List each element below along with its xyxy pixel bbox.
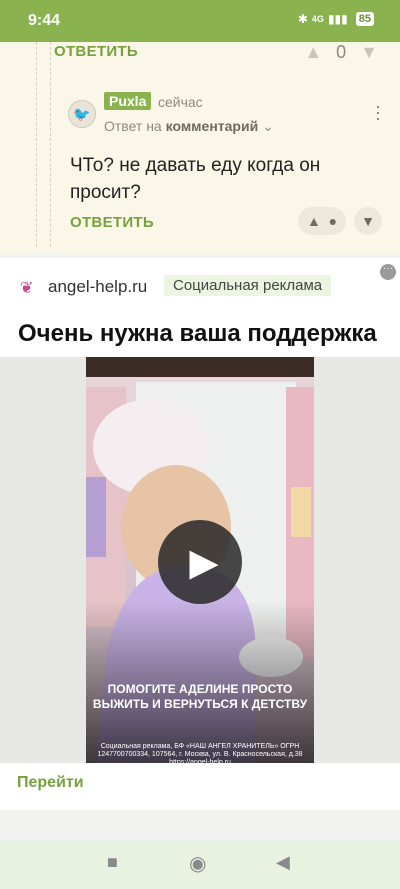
ad-badge: Социальная реклама bbox=[164, 275, 332, 296]
reply-to-target[interactable]: комментарий bbox=[166, 118, 259, 134]
battery-icon: 85 bbox=[355, 12, 374, 26]
username-badge[interactable]: Puxla bbox=[104, 92, 152, 110]
comment-text: ЧТо? не давать еду когда он просит? bbox=[70, 155, 321, 203]
ad-domain[interactable]: angel-help.ru bbox=[48, 277, 147, 297]
network-label: 4G bbox=[311, 14, 324, 24]
ad-title[interactable]: Очень нужна ваша поддержка bbox=[18, 320, 377, 348]
recent-apps-icon[interactable]: ■ bbox=[107, 852, 118, 873]
home-icon[interactable]: ◉ bbox=[189, 851, 206, 876]
previous-vote-controls: ▲ 0 ▼ bbox=[304, 42, 378, 63]
thread-line bbox=[50, 42, 51, 247]
bluetooth-icon: ✱ bbox=[297, 12, 308, 26]
previous-score: 0 bbox=[336, 42, 347, 62]
status-time: 9:44 bbox=[28, 12, 61, 29]
reply-button[interactable]: ОТВЕТИТЬ bbox=[70, 214, 154, 231]
comment-time: сейчас bbox=[158, 94, 203, 110]
ad-video[interactable]: ▶ ПОМОГИТЕ АДЕЛИНЕ ПРОСТО ВЫЖИТЬ И ВЕРНУ… bbox=[86, 357, 314, 763]
angel-logo-icon: ❦ bbox=[20, 280, 34, 297]
upvote-icon[interactable]: ▲ bbox=[304, 42, 322, 63]
ad-media: ▶ ПОМОГИТЕ АДЕЛИНЕ ПРОСТО ВЫЖИТЬ И ВЕРНУ… bbox=[0, 357, 400, 763]
previous-reply-button[interactable]: ОТВЕТИТЬ bbox=[54, 43, 138, 60]
ad-menu-icon[interactable]: ··· bbox=[380, 264, 396, 280]
downvote-icon[interactable]: ▼ bbox=[360, 42, 378, 63]
system-nav-bar: ■ ◉ ◀ bbox=[0, 840, 400, 889]
video-disclaimer: Социальная реклама, БФ «НАШ АНГЕЛ ХРАНИТ… bbox=[97, 743, 303, 763]
chevron-down-icon: ⌄ bbox=[262, 118, 274, 134]
upvote-icon[interactable]: ▲ bbox=[307, 213, 321, 229]
downvote-button[interactable]: ▼ bbox=[354, 207, 382, 235]
play-icon[interactable]: ▶ bbox=[158, 520, 242, 604]
vote-pill: ▲ ● bbox=[298, 207, 346, 235]
video-caption: ПОМОГИТЕ АДЕЛИНЕ ПРОСТО ВЫЖИТЬ И ВЕРНУТЬ… bbox=[92, 682, 308, 711]
reply-to-prefix: Ответ на bbox=[104, 118, 162, 134]
reply-to-line[interactable]: Ответ на комментарий ⌄ bbox=[104, 118, 274, 135]
avatar[interactable]: 🐦 bbox=[68, 100, 96, 128]
score-dot-icon: ● bbox=[328, 213, 338, 229]
status-icons: ✱ 4G ▮▮▮ 85 bbox=[298, 12, 374, 26]
comment-thread: ОТВЕТИТЬ ▲ 0 ▼ 🐦 Puxla сейчас Ответ на к… bbox=[0, 42, 400, 254]
thread-line bbox=[36, 42, 37, 247]
signal-icon: ▮▮▮ bbox=[327, 12, 348, 26]
ad-card: ··· ❦ angel-help.ru Социальная реклама О… bbox=[0, 258, 400, 810]
kebab-menu-icon[interactable]: · · · bbox=[374, 97, 382, 127]
ad-cta-button[interactable]: Перейти bbox=[17, 774, 84, 792]
downvote-icon: ▼ bbox=[361, 213, 375, 229]
status-bar: 9:44 ✱ 4G ▮▮▮ 85 bbox=[0, 0, 400, 42]
back-icon[interactable]: ◀ bbox=[276, 852, 290, 873]
